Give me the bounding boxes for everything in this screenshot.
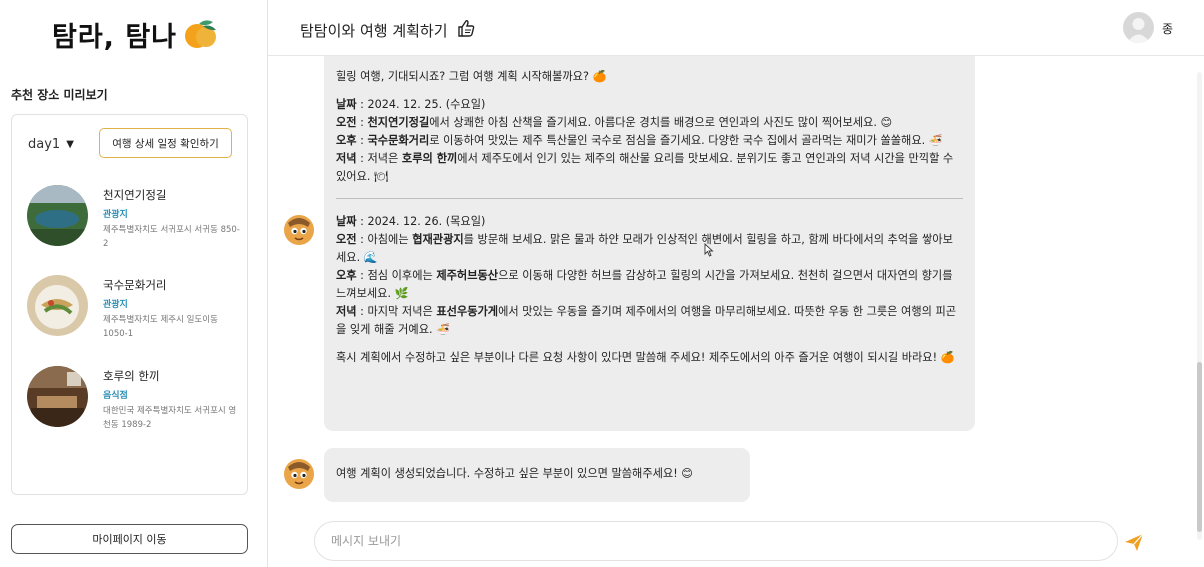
evening-place: 호루의 한끼 [401, 152, 458, 165]
afternoon-place: 제주허브동산 [436, 269, 499, 282]
afternoon-label: 오후 [336, 269, 357, 282]
day2-date: 날짜 : 2024. 12. 26. (목요일) [336, 213, 963, 231]
app-logo[interactable]: 탐라, 탐나 [52, 14, 219, 54]
bot-message-generated: 여행 계획이 생성되었습니다. 수정하고 싶은 부분이 있으면 말씀해주세요! … [324, 448, 750, 502]
chat-area: 힐링 여행, 기대되시죠? 그럼 여행 계획 시작해볼까요? 🍊 날짜 : 20… [268, 56, 1204, 567]
place-address: 제주특별자치도 제주시 일도이동 1050-1 [103, 315, 218, 339]
evening-label: 저녁 [336, 305, 357, 318]
day2-evening: 저녁 : 마지막 저녁은 표선우동가게에서 맛있는 우동을 즐기며 제주에서의 … [336, 303, 963, 339]
place-type: 관광지 [103, 210, 128, 220]
place-item[interactable]: 호루의 한끼 음식점 대한민국 제주특별자치도 서귀포시 영천동 1989-2 [27, 366, 242, 436]
day-select-value: day1 [28, 137, 61, 152]
place-thumbnail [27, 185, 88, 246]
morning-text: 에서 상쾌한 아침 산책을 즐기세요. 아름다운 경치를 배경으로 연인과의 사… [429, 116, 893, 129]
evening-label: 저녁 [336, 152, 357, 165]
date-value: : 2024. 12. 25. (수요일) [356, 98, 486, 111]
place-thumbnail [27, 366, 88, 427]
evening-prefix: : 마지막 저녁은 [356, 305, 437, 318]
message-input-wrapper [314, 521, 1118, 561]
date-label: 날짜 [336, 215, 357, 228]
user-avatar[interactable] [1123, 12, 1154, 43]
morning-place: 협재관광지 [412, 233, 464, 246]
morning-label: 오전 [336, 116, 357, 129]
evening-place: 표선우동가게 [436, 305, 499, 318]
message-outro: 혹시 계획에서 수정하고 싶은 부분이나 다른 요청 사항이 있다면 말씀해 주… [336, 351, 955, 364]
afternoon-text: 로 이동하여 맛있는 제주 특산물인 국수로 점심을 즐기세요. 다양한 국수 … [429, 134, 943, 147]
message-input[interactable] [315, 522, 1117, 560]
sidebar: 탐라, 탐나 추천 장소 미리보기 day1 ▼ 여행 상세 일정 확인하기 천… [0, 0, 268, 567]
day2-morning: 오전 : 아침에는 협재관광지를 방문해 보세요. 맑은 물과 하얀 모래가 인… [336, 231, 963, 267]
tangerine-icon [183, 18, 219, 50]
recommended-places-title: 추천 장소 미리보기 [11, 88, 108, 102]
place-name: 국수문화거리 [103, 278, 167, 292]
morning-label: 오전 [336, 233, 357, 246]
day1-evening: 저녁 : 저녁은 호루의 한끼에서 제주도에서 인기 있는 제주의 해산물 요리… [336, 150, 963, 186]
day1-morning: 오전 : 천지연기정길에서 상쾌한 아침 산책을 즐기세요. 아름다운 경치를 … [336, 116, 893, 129]
date-label: 날짜 [336, 98, 357, 111]
day-select[interactable]: day1 ▼ [28, 137, 74, 152]
bot-avatar [282, 457, 316, 491]
places-preview-card: day1 ▼ 여행 상세 일정 확인하기 천지연기정길 관광지 제주특별자치도 … [11, 114, 248, 495]
place-address: 제주특별자치도 서귀포시 서귀동 850-2 [103, 225, 240, 249]
bot-avatar [282, 213, 316, 247]
generated-message-text: 여행 계획이 생성되었습니다. 수정하고 싶은 부분이 있으면 말씀해주세요! … [336, 467, 693, 480]
morning-place: 천지연기정길 [367, 116, 430, 129]
afternoon-label: 오후 [336, 134, 357, 147]
chat-header: 탐탐이와 여행 계획하기 종 [268, 0, 1204, 56]
day2-afternoon: 오후 : 점심 이후에는 제주허브동산으로 이동해 다양한 허브를 감상하고 힐… [336, 267, 963, 303]
place-item[interactable]: 천지연기정길 관광지 제주특별자치도 서귀포시 서귀동 850-2 [27, 185, 242, 255]
page-title: 탐탐이와 여행 계획하기 [300, 18, 476, 42]
mouse-cursor-icon [704, 242, 714, 261]
divider [336, 198, 963, 199]
page-title-text: 탐탐이와 여행 계획하기 [300, 21, 448, 40]
day1-date: 날짜 : 2024. 12. 25. (수요일) [336, 96, 963, 114]
view-detail-schedule-button[interactable]: 여행 상세 일정 확인하기 [99, 128, 232, 158]
chat-scrollbar[interactable] [1197, 72, 1202, 540]
place-thumbnail [27, 275, 88, 336]
logo-text: 탐라, 탐나 [52, 21, 178, 53]
evening-prefix: : 저녁은 [356, 152, 402, 165]
afternoon-place: 국수문화거리 [367, 134, 430, 147]
place-name: 호루의 한끼 [103, 369, 160, 383]
send-button[interactable] [1123, 531, 1145, 553]
date-value: : 2024. 12. 26. (목요일) [356, 215, 486, 228]
place-address: 대한민국 제주특별자치도 서귀포시 영천동 1989-2 [103, 406, 237, 430]
bot-message-plan: 힐링 여행, 기대되시죠? 그럼 여행 계획 시작해볼까요? 🍊 날짜 : 20… [324, 56, 975, 431]
morning-prefix: : 아침에는 [356, 233, 413, 246]
mypage-button[interactable]: 마이페이지 이동 [11, 524, 248, 554]
place-item[interactable]: 국수문화거리 관광지 제주특별자치도 제주시 일도이동 1050-1 [27, 275, 242, 345]
send-icon [1125, 533, 1144, 551]
day1-afternoon: 오후 : 국수문화거리로 이동하여 맛있는 제주 특산물인 국수로 점심을 즐기… [336, 134, 943, 147]
place-type: 음식점 [103, 391, 128, 401]
caret-down-icon: ▼ [66, 139, 74, 150]
message-intro: 힐링 여행, 기대되시죠? 그럼 여행 계획 시작해볼까요? 🍊 [336, 70, 607, 83]
scrollbar-thumb[interactable] [1197, 362, 1202, 532]
user-name[interactable]: 종 [1162, 20, 1173, 37]
place-type: 관광지 [103, 300, 128, 310]
place-name: 천지연기정길 [103, 188, 167, 202]
afternoon-prefix: : 점심 이후에는 [356, 269, 437, 282]
thumbs-up-icon [456, 18, 476, 42]
